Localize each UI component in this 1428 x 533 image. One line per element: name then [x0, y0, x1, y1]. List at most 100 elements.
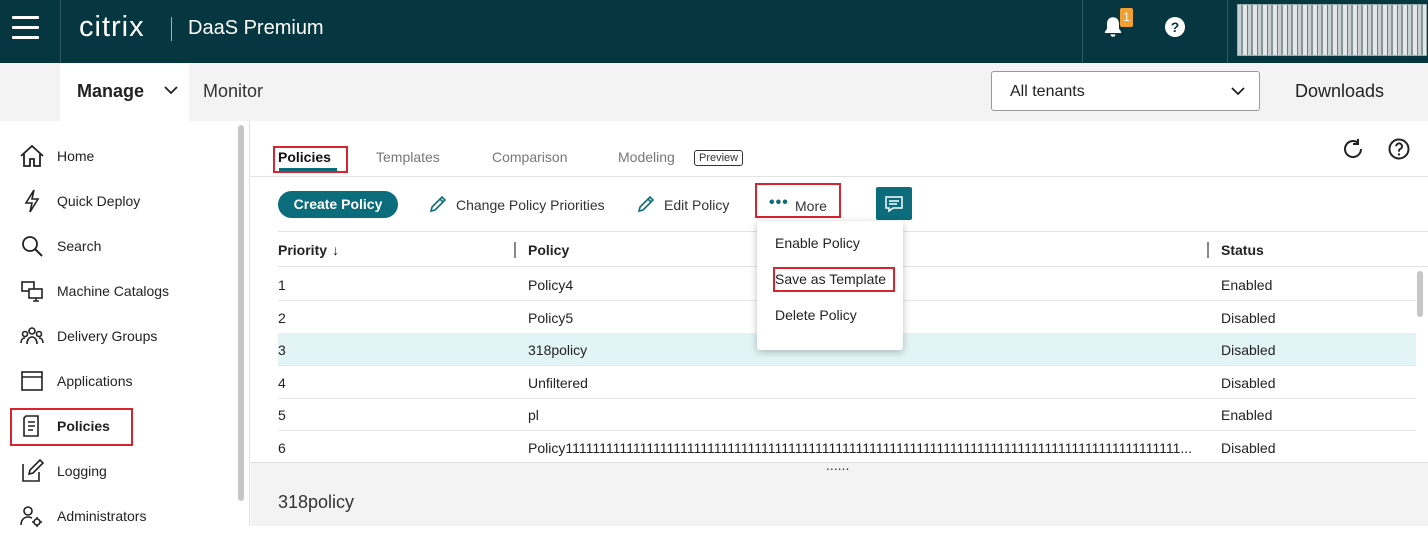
more-dropdown-menu: Enable Policy Save as Template Delete Po…	[757, 221, 903, 350]
brand-separator	[171, 17, 172, 41]
cell-status: Disabled	[1221, 342, 1276, 358]
change-policy-priorities-button[interactable]: Change Policy Priorities	[428, 191, 608, 218]
cell-priority: 3	[278, 342, 286, 358]
cell-policy: pl	[528, 407, 539, 423]
sidebar-item-applications[interactable]: Applications	[0, 364, 240, 398]
cell-priority: 1	[278, 277, 286, 293]
highlight-box	[755, 183, 841, 218]
change-policy-priorities-label: Change Policy Priorities	[456, 197, 605, 213]
header-divider	[1082, 0, 1083, 63]
sidebar-item-label: Applications	[57, 373, 133, 389]
product-name: DaaS Premium	[188, 17, 324, 39]
header-divider	[60, 0, 61, 63]
column-header-status[interactable]: Status	[1221, 242, 1264, 258]
nav-bar: Manage Monitor All tenants Downloads	[0, 63, 1428, 121]
tenant-select[interactable]: All tenants	[991, 71, 1260, 111]
preview-tag: Preview	[694, 150, 744, 166]
tenant-select-value: All tenants	[1010, 83, 1085, 100]
table-row[interactable]: 5 pl Enabled	[278, 398, 1416, 431]
cell-status: Enabled	[1221, 407, 1273, 423]
table-row[interactable]: 4 Unfiltered Disabled	[278, 366, 1416, 399]
refresh-icon[interactable]	[1341, 137, 1365, 161]
chevron-down-icon	[1231, 87, 1245, 96]
sidebar-item-label: Search	[57, 238, 102, 254]
manage-tab[interactable]: Manage	[60, 63, 189, 121]
pencil-icon	[429, 195, 447, 213]
column-header-policy[interactable]: Policy	[528, 242, 569, 258]
sidebar-item-delivery-groups[interactable]: Delivery Groups	[0, 319, 240, 353]
column-resize-handle[interactable]	[1207, 242, 1209, 258]
sidebar-item-label: Delivery Groups	[57, 328, 158, 344]
sidebar-item-home[interactable]: Home	[0, 139, 240, 173]
help-icon[interactable]: ?	[1165, 17, 1185, 37]
tabs-divider	[251, 176, 1428, 177]
sidebar-item-label: Logging	[57, 463, 107, 479]
edit-policy-label: Edit Policy	[664, 197, 730, 213]
administrators-icon	[20, 506, 42, 527]
cell-priority: 2	[278, 310, 286, 326]
highlight-box	[773, 267, 895, 292]
cell-policy: 318policy	[528, 342, 588, 358]
logging-icon	[22, 458, 45, 482]
monitor-tab[interactable]: Monitor	[203, 81, 263, 102]
details-splitter[interactable]: ......	[251, 457, 1428, 475]
cell-policy: Policy5	[528, 310, 574, 326]
header-divider	[1227, 0, 1228, 63]
cell-policy: Policy4	[528, 277, 574, 293]
create-policy-button[interactable]: Create Policy	[278, 191, 398, 218]
cell-policy: Unfiltered	[528, 375, 588, 391]
search-icon	[22, 236, 43, 257]
sidebar-item-logging[interactable]: Logging	[0, 454, 240, 488]
highlight-box	[10, 408, 133, 446]
sidebar-item-search[interactable]: Search	[0, 229, 240, 263]
sidebar-scrollbar[interactable]	[238, 125, 244, 501]
menu-item-enable-policy[interactable]: Enable Policy	[775, 235, 860, 251]
user-account-menu[interactable]	[1237, 4, 1427, 56]
sidebar-item-label: Administrators	[57, 508, 147, 524]
notification-badge: 1	[1120, 8, 1133, 27]
machine-catalog-icon	[21, 281, 43, 302]
column-header-priority[interactable]: Priority	[278, 242, 327, 258]
comment-icon	[885, 196, 903, 213]
cell-priority: 4	[278, 375, 286, 391]
delivery-group-icon	[20, 327, 44, 345]
column-resize-handle[interactable]	[514, 242, 516, 258]
lightning-icon	[24, 189, 40, 213]
highlight-box	[273, 146, 348, 173]
chevron-down-icon	[164, 86, 178, 95]
edit-policy-button[interactable]: Edit Policy	[636, 191, 736, 218]
home-icon	[20, 144, 44, 167]
sidebar-item-label: Machine Catalogs	[57, 283, 170, 299]
sidebar-item-label: Quick Deploy	[57, 193, 141, 209]
feedback-button[interactable]	[876, 187, 912, 220]
sidebar-item-label: Home	[57, 148, 95, 164]
sidebar-item-administrators[interactable]: Administrators	[0, 499, 240, 533]
sidebar-item-quick-deploy[interactable]: Quick Deploy	[0, 184, 240, 218]
downloads-link[interactable]: Downloads	[1295, 81, 1384, 102]
tab-comparison[interactable]: Comparison	[492, 149, 567, 165]
details-title: 318policy	[278, 492, 355, 512]
applications-icon	[21, 371, 43, 391]
sidebar-item-machine-catalogs[interactable]: Machine Catalogs	[0, 274, 240, 308]
top-header: citrix DaaS Premium 1 ?	[0, 0, 1428, 63]
pencil-icon	[637, 195, 655, 213]
cell-priority: 6	[278, 440, 286, 456]
splitter-handle-icon[interactable]: ......	[826, 457, 849, 473]
cell-status: Disabled	[1221, 310, 1276, 326]
citrix-logo: citrix	[79, 11, 145, 43]
tab-templates[interactable]: Templates	[376, 149, 440, 165]
cell-policy: Policy1111111111111111111111111111111111…	[528, 440, 1193, 456]
help-icon[interactable]	[1387, 137, 1411, 161]
menu-item-delete-policy[interactable]: Delete Policy	[775, 307, 857, 323]
details-panel	[251, 475, 1428, 526]
hamburger-menu-icon[interactable]	[12, 16, 39, 40]
cell-priority: 5	[278, 407, 286, 423]
sort-arrow-icon[interactable]: ↓	[332, 242, 339, 258]
cell-status: Disabled	[1221, 375, 1276, 391]
tab-modeling[interactable]: Modeling	[618, 149, 675, 165]
table-scrollbar[interactable]	[1417, 271, 1423, 317]
manage-label: Manage	[77, 81, 145, 101]
sidebar: Home Quick Deploy Search Machine Catalog…	[0, 121, 250, 527]
cell-status: Disabled	[1221, 440, 1276, 456]
cell-status: Enabled	[1221, 277, 1273, 293]
